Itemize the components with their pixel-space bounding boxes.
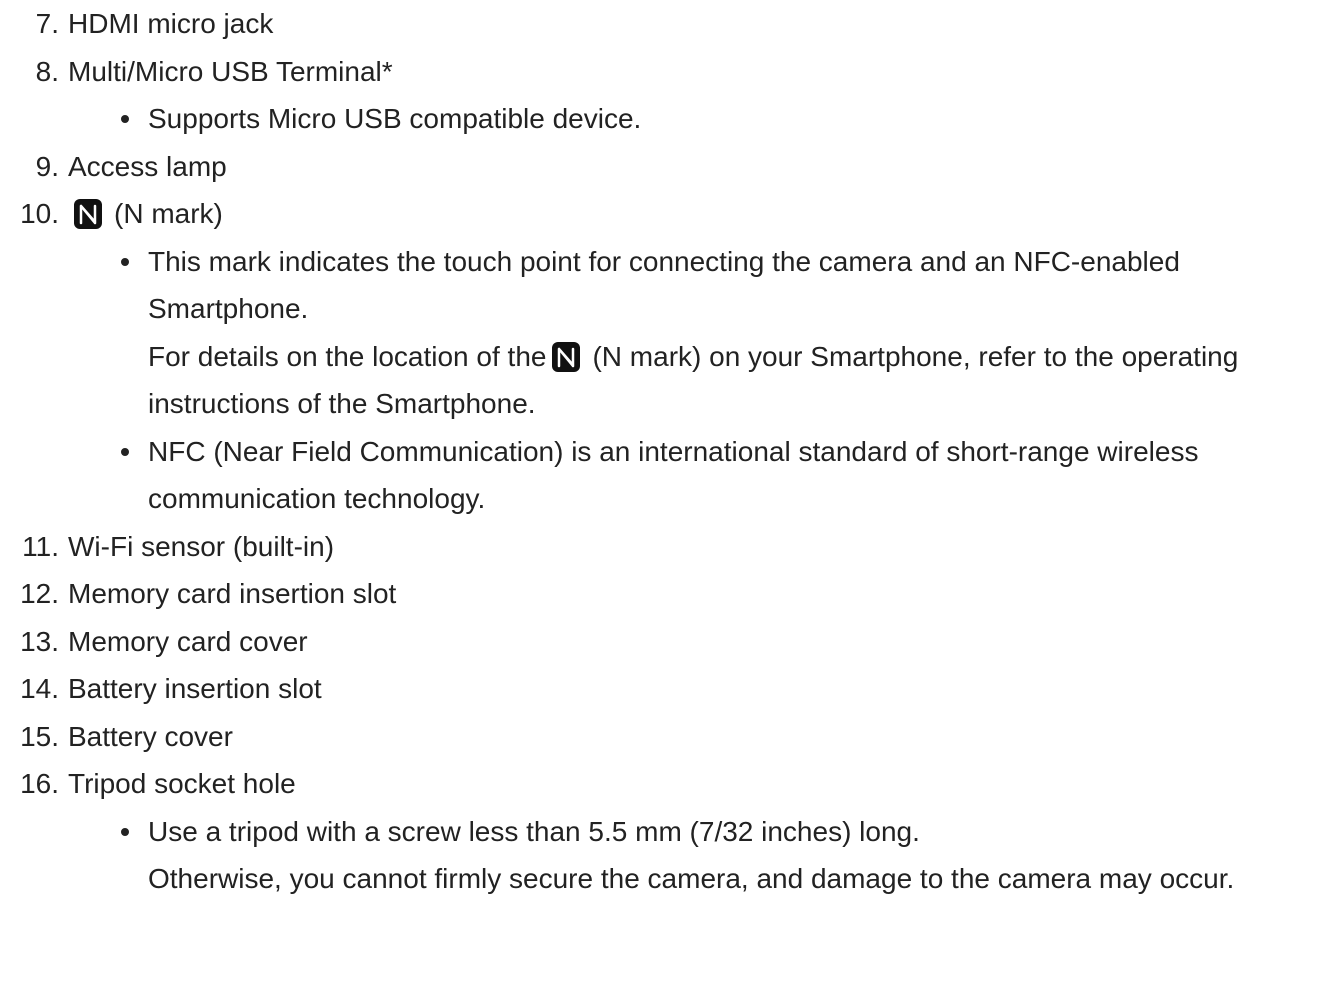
- item-label: Battery cover: [68, 720, 233, 752]
- note-text: Use a tripod with a screw less than 5.5 …: [148, 815, 920, 847]
- note-text: This mark indicates the touch point for …: [148, 245, 1180, 325]
- sub-list-item: NFC (Near Field Communication) is an int…: [108, 428, 1326, 523]
- list-item: 15. Battery cover: [0, 713, 1326, 761]
- item-number: 10.: [20, 198, 59, 229]
- sub-list-item: Use a tripod with a screw less than 5.5 …: [108, 808, 1326, 903]
- item-label: (N mark): [114, 198, 223, 229]
- item-number: 15.: [20, 720, 59, 752]
- list-item: 16. Tripod socket hole Use a tripod with…: [0, 760, 1326, 903]
- item-number: 14.: [20, 673, 59, 704]
- item-number: 11.: [22, 530, 59, 562]
- item-number: 8.: [35, 55, 59, 87]
- nfc-n-mark-icon: [552, 341, 581, 372]
- nfc-n-mark-icon: [74, 199, 102, 229]
- item-label: Memory card cover: [68, 625, 308, 657]
- item-number: 9.: [35, 150, 59, 182]
- item-label: Wi-Fi sensor (built-in): [68, 530, 335, 562]
- sub-list: Supports Micro USB compatible device.: [68, 95, 1326, 143]
- item-number: 16.: [20, 768, 59, 799]
- list-item: 10. (N mark) This mark indicates the tou…: [0, 190, 1326, 523]
- list-item: 12. Memory card insertion slot: [0, 570, 1326, 618]
- list-item: 14. Battery insertion slot: [0, 665, 1326, 713]
- sub-list: Use a tripod with a screw less than 5.5 …: [68, 808, 1326, 903]
- item-label: Tripod socket hole: [68, 768, 296, 799]
- sub-list: This mark indicates the touch point for …: [68, 238, 1326, 523]
- item-number: 13.: [20, 625, 59, 657]
- sub-list-item: This mark indicates the touch point for …: [108, 238, 1326, 428]
- list-item: 13. Memory card cover: [0, 618, 1326, 666]
- note-text: Supports Micro USB compatible device.: [148, 103, 642, 134]
- item-label: Memory card insertion slot: [68, 578, 397, 609]
- list-item: 9. Access lamp: [0, 143, 1326, 191]
- sub-list-item: Supports Micro USB compatible device.: [108, 95, 1326, 143]
- bullet-icon: [121, 257, 129, 266]
- list-item: 11. Wi-Fi sensor (built-in): [0, 523, 1326, 571]
- note-text-detail: Otherwise, you cannot firmly secure the …: [148, 863, 1235, 894]
- item-number: 7.: [35, 8, 59, 39]
- bullet-icon: [121, 115, 129, 123]
- bullet-icon: [121, 827, 129, 836]
- note-text-part: For details on the location of the: [148, 340, 547, 372]
- bullet-icon: [121, 447, 129, 456]
- item-number: 12.: [20, 578, 59, 609]
- parts-list: 7. HDMI micro jack 8. Multi/Micro USB Te…: [0, 0, 1326, 903]
- item-label: Battery insertion slot: [68, 673, 322, 704]
- note-text: NFC (Near Field Communication) is an int…: [148, 435, 1199, 515]
- item-label: HDMI micro jack: [68, 8, 274, 39]
- list-item: 7. HDMI micro jack: [0, 0, 1326, 48]
- list-item: 8. Multi/Micro USB Terminal* Supports Mi…: [0, 48, 1326, 143]
- item-label: Multi/Micro USB Terminal*: [68, 55, 393, 87]
- note-text-detail: For details on the location of the (N mar…: [148, 333, 1326, 428]
- item-label: Access lamp: [68, 150, 227, 182]
- document-page: 7. HDMI micro jack 8. Multi/Micro USB Te…: [0, 0, 1326, 987]
